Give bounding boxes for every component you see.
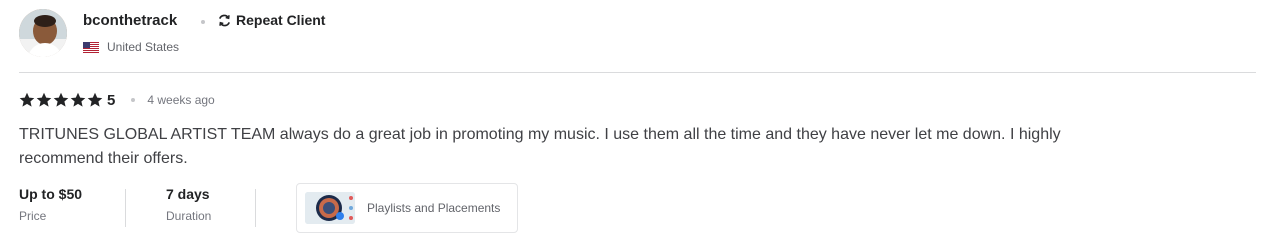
star-icon bbox=[87, 92, 103, 107]
duration-block: 7 days Duration bbox=[166, 183, 255, 223]
gig-title: Playlists and Placements bbox=[367, 201, 501, 215]
repeat-icon bbox=[219, 14, 230, 26]
star-icon bbox=[70, 92, 86, 107]
price-value: Up to $50 bbox=[19, 186, 83, 202]
meta-divider bbox=[255, 189, 256, 227]
duration-label: Duration bbox=[166, 209, 212, 223]
header-divider bbox=[19, 72, 1256, 73]
star-rating bbox=[19, 92, 103, 108]
review-text: TRITUNES GLOBAL ARTIST TEAM always do a … bbox=[19, 126, 1061, 167]
order-meta: Up to $50 Price 7 days Duration bbox=[19, 183, 256, 233]
reviewer-username[interactable]: bconthetrack bbox=[83, 12, 177, 29]
duration-value: 7 days bbox=[166, 186, 210, 202]
star-icon bbox=[19, 92, 35, 107]
rating-row: 5 4 weeks ago bbox=[19, 90, 215, 110]
us-flag-icon bbox=[83, 41, 99, 53]
repeat-client-label: Repeat Client bbox=[236, 12, 326, 28]
separator-dot bbox=[131, 98, 136, 102]
review-time: 4 weeks ago bbox=[147, 93, 215, 107]
gig-thumbnail-image bbox=[305, 192, 355, 224]
star-icon bbox=[36, 92, 52, 107]
price-label: Price bbox=[19, 209, 47, 223]
gig-card[interactable]: Playlists and Placements bbox=[296, 183, 518, 233]
avatar-image bbox=[19, 9, 67, 57]
avatar[interactable] bbox=[19, 9, 67, 57]
separator-dot bbox=[201, 20, 205, 24]
reviewer-country: United States bbox=[83, 40, 179, 54]
rating-value: 5 bbox=[107, 91, 116, 109]
gig-thumbnail bbox=[305, 192, 355, 224]
repeat-client-badge: Repeat Client bbox=[217, 12, 325, 28]
meta-divider bbox=[125, 189, 126, 227]
price-block: Up to $50 Price bbox=[19, 183, 125, 223]
reviewer-header: bconthetrack Repeat Client United States bbox=[19, 9, 619, 57]
country-label: United States bbox=[107, 40, 180, 54]
star-icon bbox=[53, 92, 69, 107]
